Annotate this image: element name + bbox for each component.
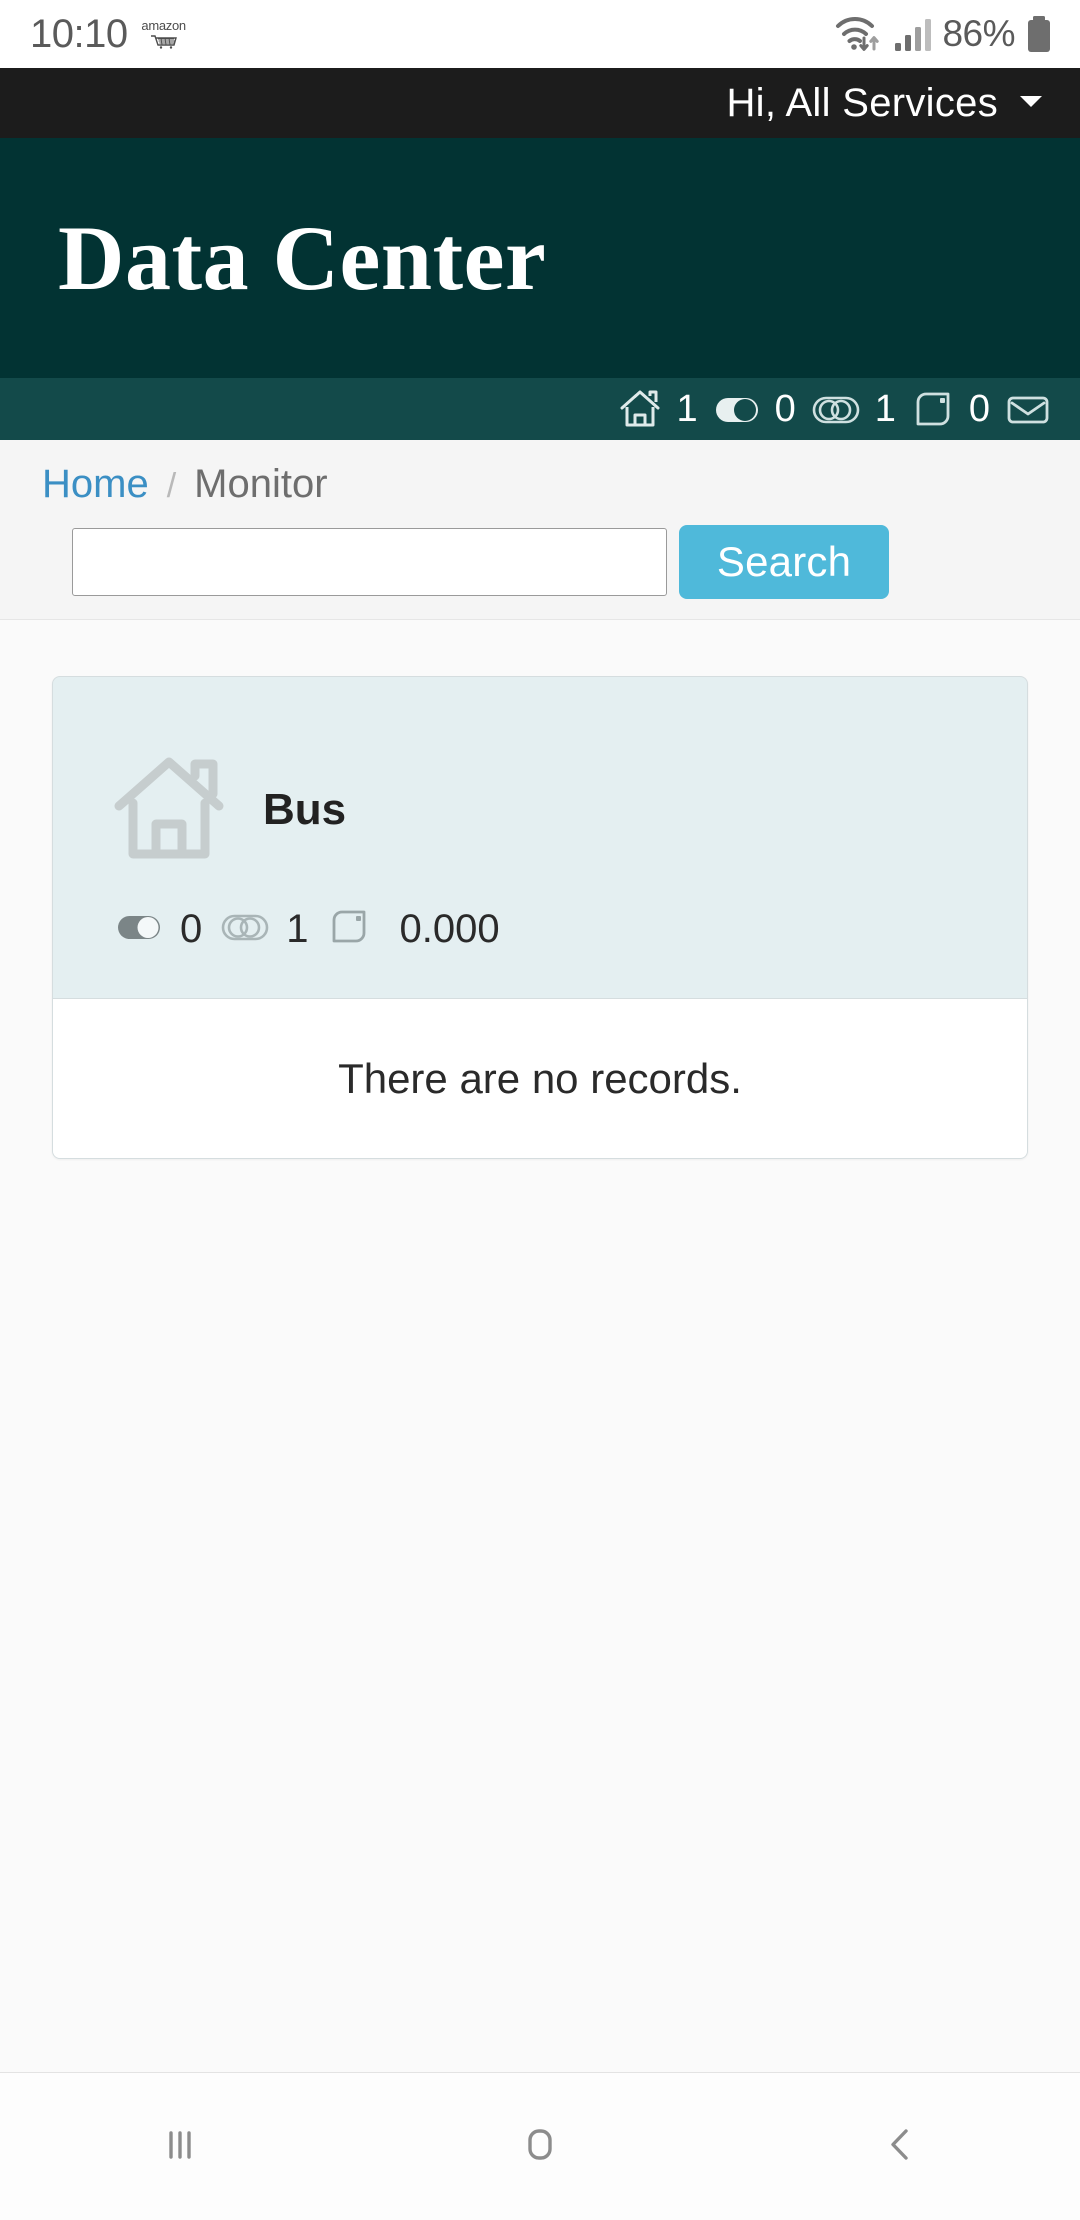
stat-item-house[interactable]: 1 bbox=[617, 386, 711, 432]
card-stats-row: 0 1 0.000 bbox=[53, 905, 1027, 998]
card-title: Bus bbox=[263, 785, 347, 834]
greeting-bar[interactable]: Hi, All Services bbox=[0, 68, 1080, 138]
recents-icon bbox=[152, 2116, 208, 2177]
monitor-card[interactable]: Bus 0 1 0.000 There are no records. bbox=[52, 676, 1028, 1159]
cellular-signal-icon bbox=[895, 19, 932, 51]
stat-value-toggle: 0 bbox=[774, 387, 796, 430]
status-bar: 10:10 amazon 86% bbox=[0, 0, 1080, 68]
top-panel: Home / Monitor Search bbox=[0, 440, 1080, 620]
breadcrumb: Home / Monitor bbox=[0, 462, 1080, 507]
card-body: There are no records. bbox=[53, 998, 1027, 1158]
app-header: Data Center bbox=[0, 138, 1080, 378]
home-square-icon bbox=[512, 2116, 568, 2177]
house-icon bbox=[617, 386, 663, 432]
card-stat-value-note: 0.000 bbox=[399, 907, 500, 951]
search-button[interactable]: Search bbox=[679, 525, 889, 599]
stat-value-house: 1 bbox=[676, 387, 698, 430]
stat-value-note: 0 bbox=[968, 387, 990, 430]
greeting-label: Hi, All Services bbox=[726, 80, 998, 125]
stat-item-note[interactable]: 0 bbox=[910, 386, 1004, 432]
toggle-circles-icon bbox=[219, 905, 271, 954]
toggle-on-icon bbox=[712, 386, 762, 432]
recents-button[interactable] bbox=[80, 2073, 280, 2220]
stat-item-toggle[interactable]: 0 bbox=[712, 386, 810, 432]
note-icon bbox=[910, 386, 956, 432]
amazon-cart-icon: amazon bbox=[141, 18, 186, 49]
empty-state-message: There are no records. bbox=[338, 1054, 742, 1102]
breadcrumb-separator: / bbox=[166, 467, 177, 505]
status-clock: 10:10 bbox=[30, 11, 128, 56]
breadcrumb-home-link[interactable]: Home bbox=[42, 462, 149, 507]
stat-item-mail[interactable] bbox=[1004, 386, 1052, 432]
toggle-on-icon bbox=[115, 905, 165, 954]
main-content: Bus 0 1 0.000 There are no records. bbox=[0, 620, 1080, 2072]
card-stat-value-circles: 1 bbox=[286, 907, 309, 951]
wifi-transfer-icon bbox=[836, 16, 880, 51]
search-input[interactable] bbox=[72, 528, 667, 596]
chevron-down-icon[interactable] bbox=[1016, 90, 1046, 117]
back-chevron-icon bbox=[872, 2116, 928, 2177]
breadcrumb-current: Monitor bbox=[194, 462, 328, 506]
amazon-label: amazon bbox=[141, 18, 186, 33]
android-nav-bar bbox=[0, 2072, 1080, 2220]
battery-icon bbox=[1028, 16, 1050, 52]
note-icon bbox=[326, 905, 372, 954]
phone-screen: 10:10 amazon 86% Hi, All Services Data C… bbox=[0, 0, 1080, 2220]
status-bar-right: 86% bbox=[832, 11, 1054, 57]
battery-percent-label: 86% bbox=[942, 13, 1015, 54]
stats-bar: 1 0 1 0 bbox=[0, 378, 1080, 440]
toggle-circles-icon bbox=[810, 386, 862, 432]
page-title: Data Center bbox=[58, 207, 547, 309]
stat-item-circles[interactable]: 1 bbox=[810, 386, 910, 432]
status-bar-left: 10:10 amazon bbox=[30, 12, 186, 57]
house-outline-icon bbox=[109, 748, 229, 873]
stat-value-circles: 1 bbox=[874, 387, 896, 430]
card-header: Bus bbox=[53, 677, 1027, 905]
envelope-icon bbox=[1004, 386, 1052, 432]
back-button[interactable] bbox=[800, 2073, 1000, 2220]
home-button[interactable] bbox=[440, 2073, 640, 2220]
card-stat-value-toggle: 0 bbox=[180, 907, 203, 951]
search-row: Search bbox=[0, 507, 1080, 599]
